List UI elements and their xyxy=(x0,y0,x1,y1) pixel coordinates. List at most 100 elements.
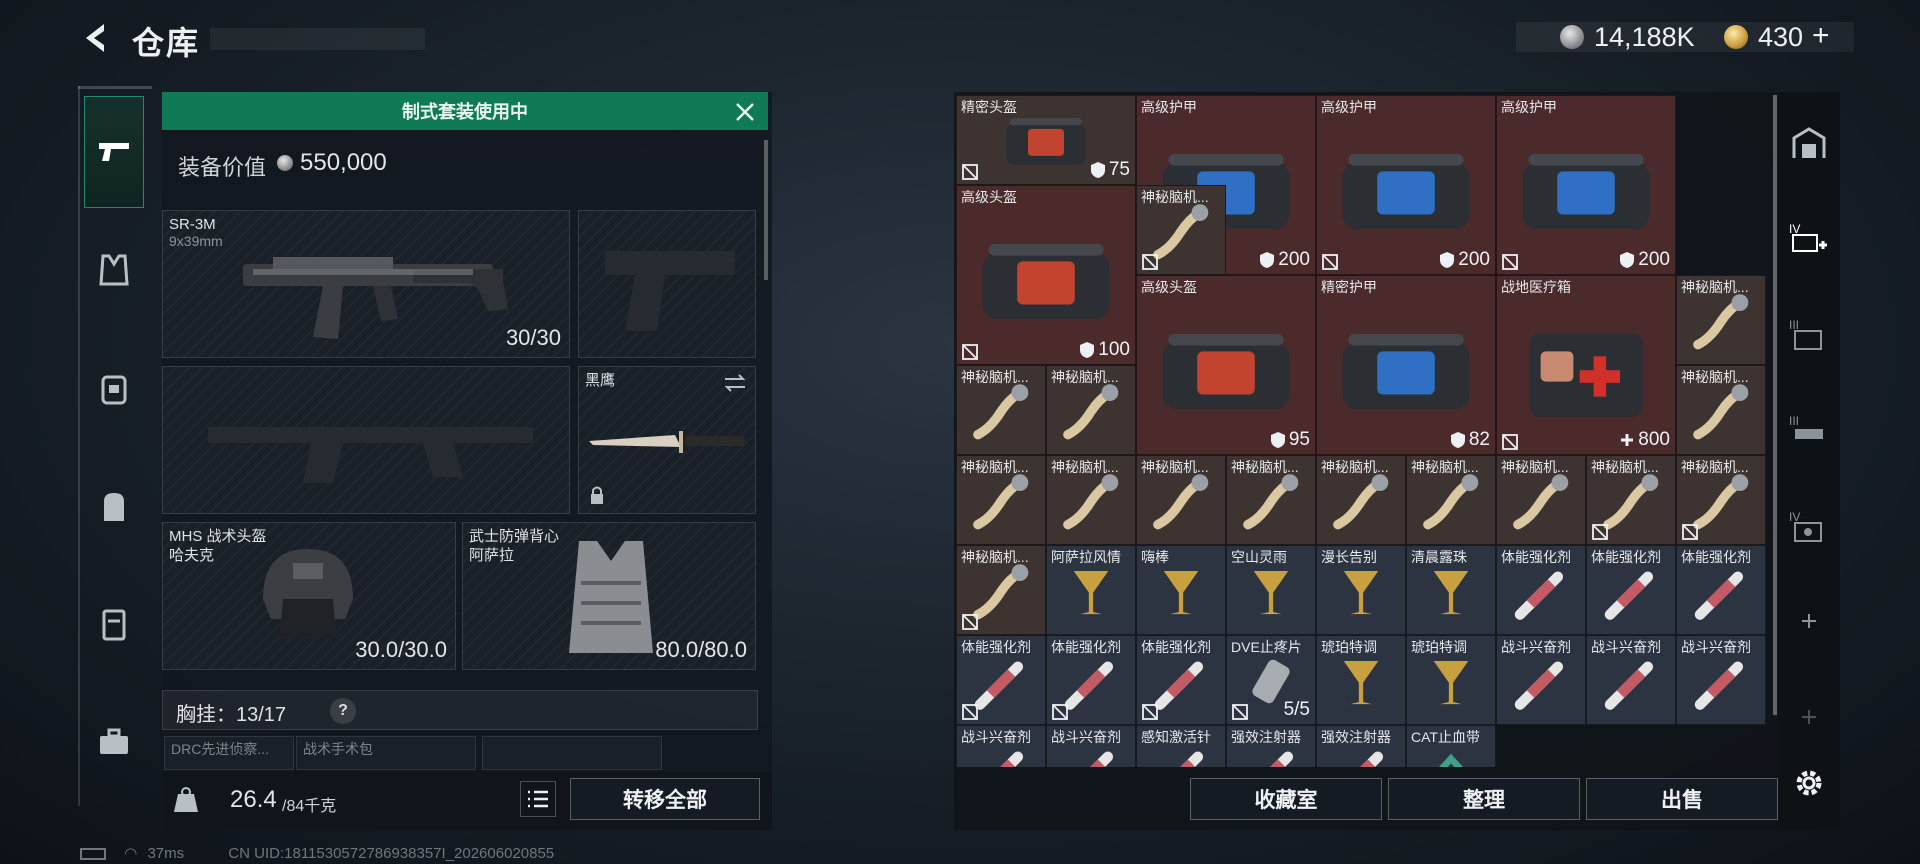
storage-item[interactable]: 漫长告别 xyxy=(1316,545,1406,635)
brain-chip-icon xyxy=(1333,474,1389,530)
storage-item[interactable]: 体能强化剂 xyxy=(1676,545,1766,635)
sort-button[interactable]: 整理 xyxy=(1388,778,1580,820)
rifle-icon xyxy=(243,257,508,339)
storage-item[interactable]: 高级头盔 100 xyxy=(956,185,1136,365)
item-image xyxy=(1330,740,1393,767)
mini-slot[interactable]: 战术手术包 xyxy=(296,736,476,770)
storage-item[interactable]: 神秘脑机... xyxy=(1046,365,1136,455)
swap-icon[interactable] xyxy=(723,373,747,393)
storage-item[interactable]: 琥珀特调 xyxy=(1406,635,1496,725)
svg-text:III: III xyxy=(1789,318,1799,332)
tab-storage-3[interactable]: III xyxy=(1786,312,1832,358)
storage-item[interactable]: 战斗兴奋剂 xyxy=(1046,725,1136,767)
nav-armor[interactable] xyxy=(84,240,144,300)
storage-item[interactable]: 体能强化剂 xyxy=(1586,545,1676,635)
close-banner-button[interactable] xyxy=(730,97,760,127)
mini-slot[interactable] xyxy=(482,736,662,770)
transfer-all-button[interactable]: 转移全部 xyxy=(570,778,760,820)
storage-item[interactable]: 高级头盔 95 xyxy=(1136,275,1316,455)
storage-item[interactable]: 高级护甲 200 xyxy=(1316,95,1496,275)
storage-item[interactable]: 神秘脑机... xyxy=(1226,455,1316,545)
nav-weapons[interactable] xyxy=(84,96,144,208)
storage-item[interactable]: 嗨棒 xyxy=(1136,545,1226,635)
list-icon xyxy=(528,790,548,808)
loadout-scrollbar[interactable] xyxy=(764,140,768,280)
storage-item[interactable]: 战斗兴奋剂 xyxy=(1586,635,1676,725)
help-icon[interactable]: ? xyxy=(330,698,356,724)
storage-item[interactable]: CAT止血带 xyxy=(1406,725,1496,767)
storage-item[interactable]: 战斗兴奋剂 xyxy=(956,725,1046,767)
storage-item[interactable]: 高级护甲 200 xyxy=(1496,95,1676,275)
storage-item[interactable]: DVE止疼片 5/5 xyxy=(1226,635,1316,725)
nav-pouch[interactable] xyxy=(84,594,144,654)
storage-item[interactable]: 神秘脑机... xyxy=(1046,455,1136,545)
chest-label-text: 胸挂： xyxy=(176,704,236,726)
item-image xyxy=(970,380,1033,448)
drink-icon xyxy=(1433,661,1469,705)
storage-item[interactable]: 神秘脑机... xyxy=(1406,455,1496,545)
storage-item[interactable]: 精密头盔 75 xyxy=(956,95,1136,185)
storage-item[interactable]: 体能强化剂 xyxy=(1136,635,1226,725)
secondary-primary-slot[interactable] xyxy=(162,366,570,514)
weight-max: /84千克 xyxy=(282,798,337,815)
item-image xyxy=(1523,317,1649,430)
sell-button[interactable]: 出售 xyxy=(1586,778,1778,820)
storage-item[interactable]: 神秘脑机... xyxy=(1676,455,1766,545)
storage-item[interactable]: 神秘脑机... xyxy=(1316,455,1406,545)
nav-backpack[interactable] xyxy=(84,476,144,536)
secondary-weapon-slot[interactable] xyxy=(578,210,756,358)
back-button[interactable] xyxy=(78,18,116,58)
helmet-slot[interactable]: MHS 战术头盔 哈夫克 30.0/30.0 xyxy=(162,522,456,670)
storage-item[interactable]: 神秘脑机... xyxy=(956,365,1046,455)
storage-item[interactable]: 琥珀特调 xyxy=(1316,635,1406,725)
storage-item[interactable]: 体能强化剂 xyxy=(1046,635,1136,725)
item-image xyxy=(1339,655,1384,714)
item-image xyxy=(1420,470,1483,538)
storage-item[interactable]: 神秘脑机... xyxy=(1586,455,1676,545)
settings-button[interactable] xyxy=(1786,760,1832,806)
storage-item[interactable]: 体能强化剂 xyxy=(1496,545,1586,635)
melee-slot[interactable]: 黑鹰 xyxy=(578,366,756,514)
storage-item[interactable]: 空山灵雨 xyxy=(1226,545,1316,635)
storage-item[interactable]: 神秘脑机... xyxy=(1136,185,1226,275)
item-name: 高级护甲 xyxy=(1321,99,1377,115)
storage-item[interactable]: 神秘脑机... xyxy=(1496,455,1586,545)
collection-room-button[interactable]: 收藏室 xyxy=(1190,778,1382,820)
item-value: 75 xyxy=(1090,159,1130,181)
storage-item[interactable]: 强效注射器 xyxy=(1226,725,1316,767)
item-image xyxy=(1069,565,1114,624)
tab-add-storage[interactable]: IV xyxy=(1786,216,1832,262)
item-tag xyxy=(961,163,979,181)
item-value: 200 xyxy=(1439,249,1490,271)
primary-weapon-slot[interactable]: SR-3M 9x39mm 30/30 xyxy=(162,210,570,358)
mini-slot[interactable]: DRC先进侦察... xyxy=(164,736,294,770)
storage-scrollbar[interactable] xyxy=(1773,95,1777,715)
melee-name: 黑鹰 xyxy=(585,372,616,389)
tab-add[interactable] xyxy=(1786,598,1832,644)
storage-item[interactable]: 体能强化剂 xyxy=(956,635,1046,725)
storage-item[interactable]: 阿萨拉风情 xyxy=(1046,545,1136,635)
nav-case[interactable] xyxy=(84,712,144,772)
untradable-icon xyxy=(1322,254,1338,270)
storage-item[interactable]: 神秘脑机... xyxy=(1136,455,1226,545)
storage-item[interactable]: 神秘脑机... xyxy=(956,455,1046,545)
tab-storage-main[interactable] xyxy=(1786,120,1832,166)
storage-item[interactable]: 神秘脑机... xyxy=(1676,365,1766,455)
storage-item[interactable]: 强效注射器 xyxy=(1316,725,1406,767)
storage-item[interactable]: 精密护甲 82 xyxy=(1316,275,1496,455)
armor-slot[interactable]: 武士防弹背心 阿萨拉 80.0/80.0 xyxy=(462,522,756,670)
storage-item[interactable]: 战地医疗箱 800 xyxy=(1496,275,1676,455)
shield-icon xyxy=(1620,252,1635,268)
storage-item[interactable]: 清晨露珠 xyxy=(1406,545,1496,635)
storage-item[interactable]: 神秘脑机... xyxy=(1676,275,1766,365)
tab-add-2[interactable] xyxy=(1786,694,1832,740)
tab-storage-3b[interactable]: III xyxy=(1786,408,1832,454)
list-view-button[interactable] xyxy=(520,781,556,817)
storage-item[interactable]: 感知激活针 xyxy=(1136,725,1226,767)
nav-chest-rig[interactable] xyxy=(84,358,144,418)
storage-item[interactable]: 神秘脑机... xyxy=(956,545,1046,635)
tab-storage-4[interactable]: IV xyxy=(1786,504,1832,550)
storage-item[interactable]: 战斗兴奋剂 xyxy=(1496,635,1586,725)
storage-item[interactable]: 战斗兴奋剂 xyxy=(1676,635,1766,725)
add-gold-button[interactable]: + xyxy=(1812,19,1830,53)
